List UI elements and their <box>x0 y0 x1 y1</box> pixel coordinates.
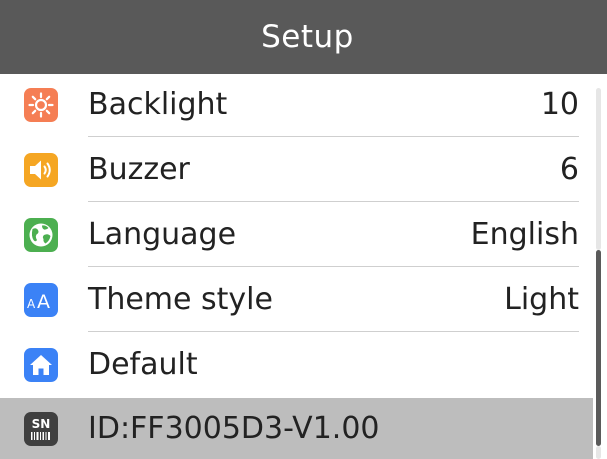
menu-item-label: Theme style <box>88 282 273 317</box>
menu-item-label: Buzzer <box>88 152 190 187</box>
menu-item-label: Default <box>88 347 198 382</box>
menu-item-value: Light <box>504 282 579 317</box>
svg-text:A: A <box>37 291 50 312</box>
page-title: Setup <box>261 19 354 55</box>
device-id-label: ID:FF3005D3-V1.00 <box>88 411 380 446</box>
svg-text:A: A <box>27 297 36 311</box>
menu-item-label: Language <box>88 217 237 252</box>
menu-item-device-id[interactable]: SN ID:FF3005D3-V1.00 <box>0 398 593 459</box>
title-bar: Setup <box>0 0 607 74</box>
menu-item-theme-style[interactable]: A A Theme style Light <box>0 267 593 332</box>
scroll-track <box>596 446 601 459</box>
menu-item-buzzer[interactable]: Buzzer 6 <box>0 137 593 202</box>
globe-icon <box>24 217 58 252</box>
setup-screen: Setup Backlight 10 Buzzer 6 Language Eng… <box>0 0 607 459</box>
serial-number-icon-text: SN <box>32 417 51 431</box>
speaker-icon <box>24 152 58 187</box>
scroll-track <box>596 88 601 250</box>
serial-number-icon: SN <box>24 411 58 446</box>
font-size-icon: A A <box>24 282 58 317</box>
menu-item-value: English <box>470 217 579 252</box>
home-icon <box>24 347 58 382</box>
scroll-thumb[interactable] <box>596 250 601 446</box>
menu-item-backlight[interactable]: Backlight 10 <box>0 72 593 137</box>
menu-item-language[interactable]: Language English <box>0 202 593 267</box>
scrollbar[interactable] <box>596 74 607 459</box>
menu-item-default[interactable]: Default <box>0 332 593 397</box>
sun-icon <box>24 87 58 122</box>
menu-item-value: 10 <box>540 87 579 122</box>
menu-item-value: 6 <box>559 152 579 187</box>
menu-item-label: Backlight <box>88 87 228 122</box>
